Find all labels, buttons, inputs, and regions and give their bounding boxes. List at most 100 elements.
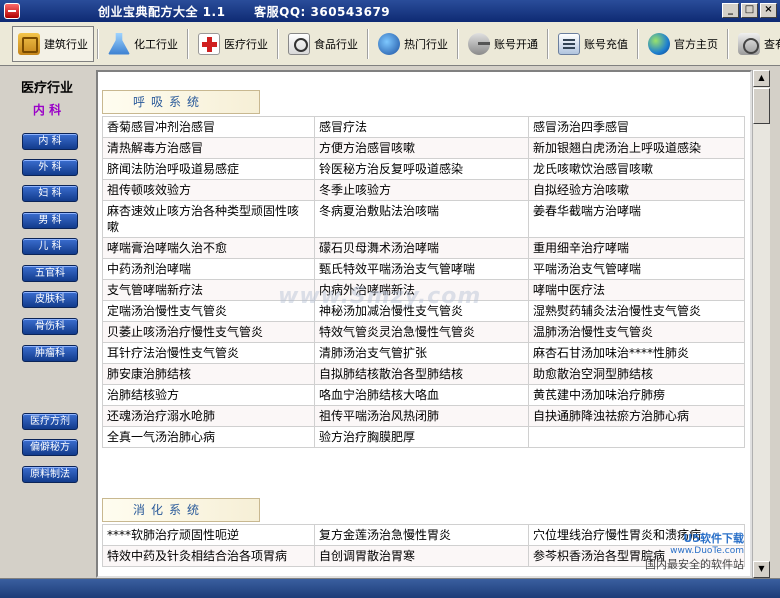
recipe-link[interactable]: ****软肺治疗顽固性呃逆 [102,524,315,546]
recipe-link[interactable]: 方便方治感冒咳嗽 [314,137,529,159]
sidebar-item-andrology[interactable]: 男 科 [22,212,78,229]
sidebar-item-internal[interactable]: 内 科 [22,133,78,150]
sidebar-item-gynecology[interactable]: 妇 科 [22,185,78,202]
recipe-link[interactable]: 复方金莲汤治急慢性胃炎 [314,524,529,546]
toolbar-chemical-button[interactable]: 化工行业 [102,26,184,62]
maximize-button[interactable]: □ [741,3,758,18]
sidebar-item-orthopedics[interactable]: 骨伤科 [22,318,78,335]
recipe-link[interactable]: 感冒疗法 [314,116,529,138]
toolbar-homepage-button[interactable]: 官方主页 [642,26,724,62]
sidebar-item-secret-recipes[interactable]: 偏僻秘方 [22,439,78,456]
scroll-up-icon[interactable]: ▲ [753,70,770,87]
recipe-link[interactable]: 耳针疗法治慢性支气管炎 [102,342,315,364]
toolbar-validity-button[interactable]: 查有效期 [732,26,780,62]
scroll-down-icon[interactable]: ▼ [753,561,770,578]
recipe-link[interactable]: 铃医秘方治反复呼吸道感染 [314,158,529,180]
recipe-link[interactable]: 内病外治哮喘新法 [314,279,529,301]
recipe-link[interactable]: 温肺汤治慢性支气管炎 [528,321,745,343]
section-title-respiratory: 呼吸系统 [102,90,260,114]
recipe-link[interactable]: 龙氏咳嗽饮治感冒咳嗽 [528,158,745,180]
toolbar-label: 账号充值 [584,37,628,51]
recipe-link[interactable]: 礞石贝母㵲术汤治哮喘 [314,237,529,259]
medical-cross-icon [198,32,220,55]
recipe-link[interactable]: 清热解毒方治感冒 [102,137,315,159]
recipe-link[interactable]: 特效中药及针灸相结合治各项胃病 [102,545,315,567]
recipe-link[interactable]: 冬季止咳验方 [314,179,529,201]
recipe-link[interactable]: 黄芪建中汤加味治疗肺痨 [528,384,745,406]
recipe-link[interactable]: 还魂汤治疗溺水呛肺 [102,405,315,427]
toolbar-open-account-button[interactable]: 账号开通 [462,26,544,62]
recipe-link[interactable]: 哮喘膏治哮喘久治不愈 [102,237,315,259]
recipe-list-panel: 呼吸系统 香菊感冒冲剂治感冒 感冒疗法 感冒汤治四季感冒 清热解毒方治感冒 方便方治感冒… [96,70,752,578]
recipe-link[interactable]: 自拟经验方治咳嗽 [528,179,745,201]
toolbar-label: 化工行业 [134,37,178,51]
recipe-link[interactable]: 中药汤剂治哮喘 [102,258,315,280]
recipe-link[interactable]: 自创调胃散治胃寒 [314,545,529,567]
scroll-thumb[interactable] [753,88,770,124]
home-globe-icon [648,32,670,55]
toolbar-hot-button[interactable]: 热门行业 [372,26,454,62]
recipe-link[interactable]: 感冒汤治四季感冒 [528,116,745,138]
recipe-link[interactable]: 湿熟熨药辅灸法治慢性支气管炎 [528,300,745,322]
recipe-link[interactable]: 平喘汤治支气管哮喘 [528,258,745,280]
toolbar-label: 官方主页 [674,37,718,51]
toolbar-label: 热门行业 [404,37,448,51]
close-button[interactable]: × [760,3,777,18]
recipe-link[interactable]: 新加银翘白虎汤治上呼吸道感染 [528,137,745,159]
respiratory-table: 香菊感冒冲剂治感冒 感冒疗法 感冒汤治四季感冒 清热解毒方治感冒 方便方治感冒咳嗽 新加银… [102,116,745,448]
table-row: 脐闻法防治呼吸道易感症 铃医秘方治反复呼吸道感染 龙氏咳嗽饮治感冒咳嗽 [102,158,745,180]
recipe-link[interactable]: 自拟肺结核散治各型肺结核 [314,363,529,385]
table-row: 还魂汤治疗溺水呛肺 祖传平喘汤治风热闭肺 自抉通肺降浊祛瘀方治肺心病 [102,405,745,427]
recipe-link[interactable]: 咯血宁治肺结核大咯血 [314,384,529,406]
recipe-link[interactable]: 定喘汤治慢性支气管炎 [102,300,315,322]
recipe-link[interactable]: 姜春华截喘方治哮喘 [528,200,745,238]
recipe-link[interactable]: 甄氏特效平喘汤治支气管哮喘 [314,258,529,280]
sidebar-item-oncology[interactable]: 肿瘤科 [22,345,78,362]
recipe-link[interactable]: 贝萎止咳汤治疗慢性支气管炎 [102,321,315,343]
clock-icon [738,32,760,55]
globe-icon [378,32,400,55]
recipe-link[interactable]: 祖传顿咳效验方 [102,179,315,201]
recipe-link[interactable]: 全真一气汤治肺心病 [102,426,315,448]
recipe-link[interactable]: 肺安康治肺结核 [102,363,315,385]
sidebar-item-ent[interactable]: 五官科 [22,265,78,282]
app-icon[interactable] [4,3,20,19]
toolbar-recharge-button[interactable]: 账号充值 [552,26,634,62]
toolbar-label: 食品行业 [314,37,358,51]
recipe-link[interactable]: 特效气管炎灵治急慢性气管炎 [314,321,529,343]
toolbar-food-button[interactable]: 食品行业 [282,26,364,62]
recipe-link[interactable]: 验方治疗胸膜肥厚 [314,426,529,448]
sidebar-item-surgery[interactable]: 外 科 [22,159,78,176]
toolbar-medical-button[interactable]: 医疗行业 [192,26,274,62]
vertical-scrollbar[interactable]: ▲ ▼ [752,70,770,578]
recipe-link[interactable]: 支气管哮喘新疗法 [102,279,315,301]
table-row: 支气管哮喘新疗法 内病外治哮喘新法 哮喘中医疗法 [102,279,745,301]
recipe-link[interactable]: 重用细辛治疗哮喘 [528,237,745,259]
recipe-link[interactable]: 祖传平喘汤治风热闭肺 [314,405,529,427]
recipe-link[interactable]: 助愈散治空洞型肺结核 [528,363,745,385]
table-row: 肺安康治肺结核 自拟肺结核散治各型肺结核 助愈散治空洞型肺结核 [102,363,745,385]
recipe-link[interactable]: 哮喘中医疗法 [528,279,745,301]
recipe-link[interactable]: 自抉通肺降浊祛瘀方治肺心病 [528,405,745,427]
table-row: 清热解毒方治感冒 方便方治感冒咳嗽 新加银翘白虎汤治上呼吸道感染 [102,137,745,159]
toolbar-building-button[interactable]: 建筑行业 [12,25,94,62]
sidebar-item-prescriptions[interactable]: 医疗方剂 [22,413,78,430]
recipe-link[interactable]: 香菊感冒冲剂治感冒 [102,116,315,138]
sidebar-item-materials[interactable]: 原料制法 [22,466,78,483]
toolbar: 建筑行业 化工行业 医疗行业 食品行业 热门行业 账号开通 账号充值 官方主页 … [0,22,780,66]
recipe-link[interactable] [528,426,745,448]
recipe-link[interactable]: 治肺结核验方 [102,384,315,406]
recipe-link[interactable]: 麻杏速效止咳方治各种类型顽固性咳嗽 [102,200,315,238]
toolbar-divider [727,28,729,59]
recipe-link[interactable]: 冬病夏治敷贴法治咳喘 [314,200,529,238]
recipe-link[interactable]: 清肺汤治支气管扩张 [314,342,529,364]
minimize-button[interactable]: _ [722,3,739,18]
table-row: 耳针疗法治慢性支气管炎 清肺汤治支气管扩张 麻杏石甘汤加味治****性肺炎 [102,342,745,364]
recipe-link[interactable]: 脐闻法防治呼吸道易感症 [102,158,315,180]
recipe-link[interactable]: 麻杏石甘汤加味治****性肺炎 [528,342,745,364]
sidebar-item-dermatology[interactable]: 皮肤科 [22,291,78,308]
table-row: 定喘汤治慢性支气管炎 神秘汤加减治慢性支气管炎 湿熟熨药辅灸法治慢性支气管炎 [102,300,745,322]
sidebar-item-pediatrics[interactable]: 儿 科 [22,238,78,255]
card-icon [558,32,580,55]
recipe-link[interactable]: 神秘汤加减治慢性支气管炎 [314,300,529,322]
